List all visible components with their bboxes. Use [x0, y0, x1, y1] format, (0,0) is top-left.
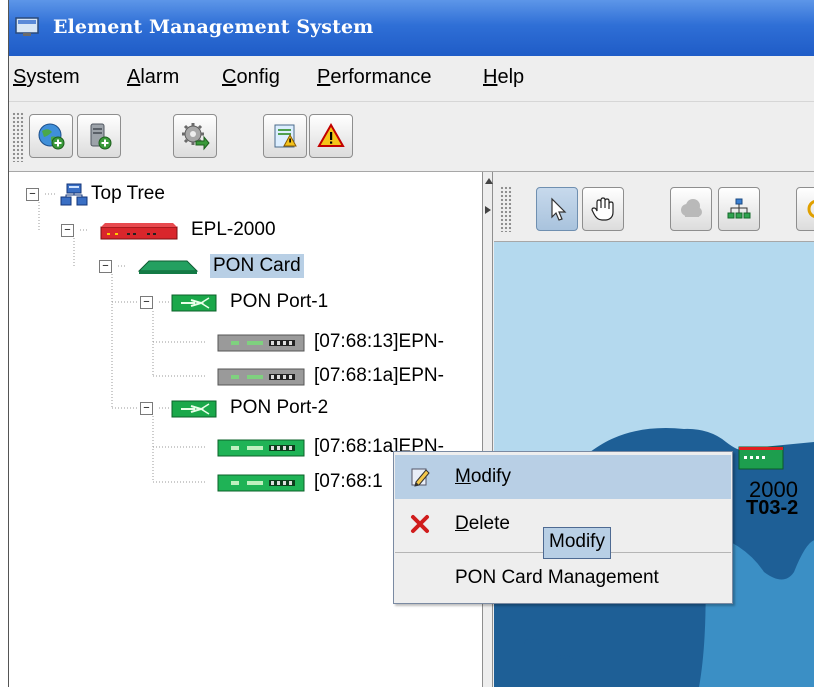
refresh-icon	[807, 199, 814, 219]
menu-help[interactable]: Help	[483, 66, 524, 89]
green-card-icon	[137, 260, 199, 274]
tree-node-label: PON Port-1	[230, 291, 329, 312]
menu-performance[interactable]: Performance	[317, 66, 432, 89]
tooltip: Modify	[543, 527, 611, 559]
topology-tree-panel: − Top Tree − EPL-2000 − PON Card − PON P…	[9, 172, 483, 687]
select-tool-button[interactable]	[536, 187, 578, 231]
cloud-tool-button[interactable]	[670, 187, 712, 231]
cloud-icon	[681, 199, 702, 217]
topology-icon	[727, 198, 751, 219]
menu-item-label: PON Card Management	[455, 567, 659, 588]
onu-device-icon-gray	[217, 368, 305, 386]
collapse-toggle[interactable]: −	[61, 224, 74, 237]
menu-item-label: Delete	[455, 513, 510, 534]
red-x-delete-icon	[411, 515, 429, 533]
alarm-report-button[interactable]	[263, 114, 307, 158]
server-add-icon	[90, 123, 112, 150]
current-alarm-button[interactable]	[309, 114, 353, 158]
menu-item-modify[interactable]: Modify	[395, 455, 731, 499]
refresh-button[interactable]	[796, 187, 814, 231]
network-tree-icon	[60, 183, 88, 206]
menu-alarm[interactable]: Alarm	[127, 66, 179, 89]
add-domain-button[interactable]	[29, 114, 73, 158]
tree-node-label-selected: PON Card	[210, 254, 304, 278]
pon-port-icon	[171, 294, 217, 312]
toolbar-grip[interactable]	[12, 112, 24, 162]
menu-item-pon-card-management[interactable]: PON Card Management	[395, 556, 731, 600]
onu-device-icon-green	[217, 474, 305, 492]
panel-splitter[interactable]	[483, 172, 493, 687]
tree-connector-lines	[38, 193, 205, 483]
warning-icon	[317, 122, 345, 147]
topology-map-panel: 2000 T03-2	[494, 172, 814, 687]
add-device-button[interactable]	[77, 114, 121, 158]
tree-node-label: [07:68:1	[314, 471, 383, 492]
ems-app-icon	[15, 17, 39, 36]
toolbar-grip[interactable]	[500, 186, 512, 232]
select-pointer-icon	[551, 197, 567, 221]
menu-config[interactable]: Config	[222, 66, 280, 89]
map-node-label: T03-2	[746, 497, 799, 519]
collapse-toggle[interactable]: −	[99, 260, 112, 273]
configure-button[interactable]	[173, 114, 217, 158]
menu-system[interactable]: System	[13, 66, 80, 89]
map-toolbar	[494, 172, 814, 242]
pon-port-icon	[171, 400, 217, 418]
menu-bar: System Alarm Config Performance Help	[9, 56, 814, 102]
expand-right-arrow-icon[interactable]	[485, 206, 491, 214]
title-bar[interactable]: Element Management System	[9, 0, 814, 56]
globe-add-icon	[38, 123, 65, 150]
onu-device-icon-gray	[217, 334, 305, 352]
topology-layout-button[interactable]	[718, 187, 760, 231]
tree-node-label: [07:68:13]EPN-	[314, 331, 444, 352]
menu-item-label: Modify	[455, 466, 511, 487]
application-window: Element Management System System Alarm C…	[8, 0, 814, 687]
tree-node-label: EPL-2000	[191, 219, 276, 240]
onu-device-icon-green	[217, 439, 305, 457]
collapse-toggle[interactable]: −	[140, 296, 153, 309]
gear-arrow-icon	[182, 123, 210, 151]
tree-node-label: Top Tree	[91, 183, 165, 204]
collapse-toggle[interactable]: −	[140, 402, 153, 415]
pencil-edit-icon	[411, 468, 430, 487]
collapse-left-arrow-icon[interactable]	[485, 178, 493, 184]
pan-tool-button[interactable]	[582, 187, 624, 231]
red-device-icon	[100, 223, 178, 240]
tree-node-label: [07:68:1a]EPN-	[314, 365, 444, 386]
alarm-report-icon	[274, 124, 297, 148]
window-title: Element Management System	[53, 16, 374, 38]
collapse-toggle[interactable]: −	[26, 188, 39, 201]
pan-hand-icon	[591, 197, 614, 221]
main-toolbar	[9, 102, 814, 172]
tree-node-label: PON Port-2	[230, 397, 329, 418]
